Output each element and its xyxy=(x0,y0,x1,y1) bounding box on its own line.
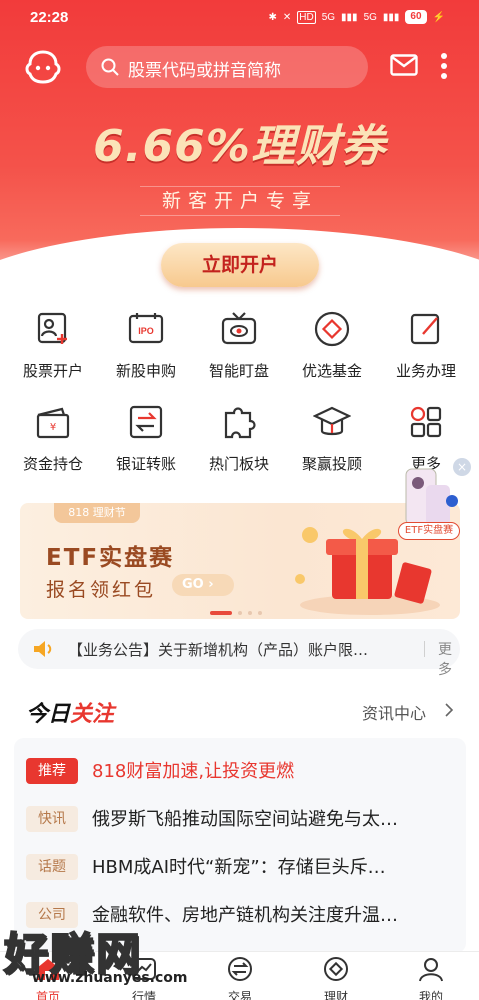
carousel-dot xyxy=(248,611,252,615)
profile-icon xyxy=(419,958,443,982)
float-promo-label[interactable]: ETF实盘赛 xyxy=(398,522,460,540)
status-time: 22:28 xyxy=(30,9,69,26)
grid-label: 智能盯盘 xyxy=(208,362,269,380)
news-row[interactable]: 快讯 俄罗斯飞船推动国际空间站避免与太… xyxy=(26,804,456,834)
search-bar[interactable]: 股票代码或拼音简称 xyxy=(86,46,368,88)
bluetooth-icon: ✱ xyxy=(268,11,277,23)
grid-item-transfer[interactable]: 银证转账 xyxy=(98,403,194,474)
grid-label: 新股申购 xyxy=(115,362,176,380)
tab-trade[interactable]: 交易 xyxy=(200,956,280,1000)
grid-label: 业务办理 xyxy=(395,362,456,380)
tab-label: 我的 xyxy=(418,990,443,1000)
section-title: 今日关注 xyxy=(26,696,114,728)
finance-icon xyxy=(324,957,348,981)
mail-icon[interactable] xyxy=(390,54,418,76)
signal-icon-2: ▮▮▮ xyxy=(382,11,400,23)
watermark-url: www.zhuanyes.com xyxy=(32,970,188,986)
grid-label: 热门板块 xyxy=(208,455,269,473)
signal-icon: ▮▮▮ xyxy=(341,11,358,23)
carousel-dots xyxy=(210,611,270,615)
chevron-right-icon[interactable] xyxy=(444,702,454,718)
notice-more-link[interactable]: 更多 xyxy=(438,639,460,679)
banner-tag: 818 理财节 xyxy=(54,503,140,523)
etf-banner[interactable]: 818 理财节 ETF实盘赛 报名领红包 GO › xyxy=(20,503,460,619)
notice-bar[interactable]: 【业务公告】关于新增机构（产品）账户限… 更多 xyxy=(18,629,460,678)
svg-text:¥: ¥ xyxy=(50,422,56,433)
section-title-b: 关注 xyxy=(70,702,115,727)
app-logo-icon[interactable] xyxy=(24,50,62,84)
grid-item-wallet[interactable]: ¥ 资金持仓 xyxy=(5,403,101,474)
smart-watch-icon xyxy=(221,312,257,345)
svg-text:IPO: IPO xyxy=(138,326,154,336)
banner-subtitle: 报名领红包 xyxy=(46,579,157,601)
grid-item-stock-account[interactable]: 股票开户 xyxy=(5,310,101,381)
mute-icon: ✕ xyxy=(282,11,292,23)
status-icons: ✱ ✕ HD 5G ▮▮▮ 5G ▮▮▮ 60 ⚡ xyxy=(268,10,445,24)
news-tag: 话题 xyxy=(26,854,78,880)
promo-title: 6.66%理财券 xyxy=(93,121,386,172)
close-icon[interactable]: × xyxy=(453,458,471,476)
trade-icon xyxy=(228,957,252,981)
more-menu-icon[interactable] xyxy=(440,52,448,80)
news-tag: 快讯 xyxy=(26,806,78,832)
news-text[interactable]: 俄罗斯飞船推动国际空间站避免与太… xyxy=(92,805,454,831)
network-2: 5G xyxy=(363,11,377,23)
stock-account-icon xyxy=(37,312,67,344)
notice-divider xyxy=(424,641,425,657)
puzzle-icon xyxy=(224,407,256,439)
carousel-dot xyxy=(238,611,242,615)
news-row[interactable]: 话题 HBM成AI时代“新宠”：存储巨头斥… xyxy=(26,852,456,882)
grid-label: 聚赢投顾 xyxy=(301,455,362,473)
search-icon xyxy=(101,58,119,76)
notice-text[interactable]: 【业务公告】关于新增机构（产品）账户限… xyxy=(68,639,408,660)
advisor-icon xyxy=(312,406,352,436)
grid-label: 银证转账 xyxy=(115,455,176,473)
charging-icon: ⚡ xyxy=(432,11,445,23)
search-placeholder: 股票代码或拼音简称 xyxy=(128,61,281,81)
speaker-icon xyxy=(34,641,52,657)
battery-icon: 60 xyxy=(405,10,427,24)
fund-icon xyxy=(314,311,350,347)
tab-label: 理财 xyxy=(323,990,348,1000)
ipo-icon: IPO xyxy=(128,313,164,344)
news-tag: 推荐 xyxy=(26,758,78,784)
promo-subtitle: 新客开户专享 xyxy=(140,186,340,216)
grid-label: 优选基金 xyxy=(301,362,362,380)
carousel-dot xyxy=(258,611,262,615)
status-bar: 22:28 ✱ ✕ HD 5G ▮▮▮ 5G ▮▮▮ 60 ⚡ xyxy=(0,0,479,38)
hd-badge: HD xyxy=(297,10,316,24)
news-text[interactable]: HBM成AI时代“新宠”：存储巨头斥… xyxy=(92,853,454,879)
banner-title: ETF实盘赛 xyxy=(46,545,175,571)
grid-item-smart-watch[interactable]: 智能盯盘 xyxy=(191,310,287,381)
news-row[interactable]: 推荐 818财富加速,让投资更燃 xyxy=(26,756,456,786)
news-text[interactable]: 818财富加速,让投资更燃 xyxy=(92,757,454,783)
open-account-button[interactable]: 立即开户 xyxy=(161,243,319,287)
more-grid-icon xyxy=(410,406,442,438)
tab-profile[interactable]: 我的 xyxy=(391,956,471,1000)
tab-label: 交易 xyxy=(227,990,252,1000)
banner-go-button[interactable]: GO › xyxy=(172,574,234,596)
grid-item-hot-sectors[interactable]: 热门板块 xyxy=(191,403,287,474)
grid-item-ipo[interactable]: IPO 新股申购 xyxy=(98,310,194,381)
tab-finance[interactable]: 理财 xyxy=(296,956,376,1000)
business-icon xyxy=(410,313,440,345)
grid-label: 资金持仓 xyxy=(22,455,83,473)
network-1: 5G xyxy=(321,11,336,23)
grid-item-business[interactable]: 业务办理 xyxy=(378,310,474,381)
section-title-a: 今日 xyxy=(26,702,71,727)
watermark: 好赚网 www.zhuanyes.com xyxy=(3,918,204,1000)
grid-item-advisor[interactable]: 聚赢投顾 xyxy=(284,403,380,474)
grid-item-fund[interactable]: 优选基金 xyxy=(284,310,380,381)
wallet-icon: ¥ xyxy=(36,407,70,439)
news-center-link[interactable]: 资讯中心 xyxy=(362,700,426,724)
transfer-icon xyxy=(129,405,163,439)
grid-label: 股票开户 xyxy=(22,362,83,380)
carousel-dot-active xyxy=(210,611,232,615)
